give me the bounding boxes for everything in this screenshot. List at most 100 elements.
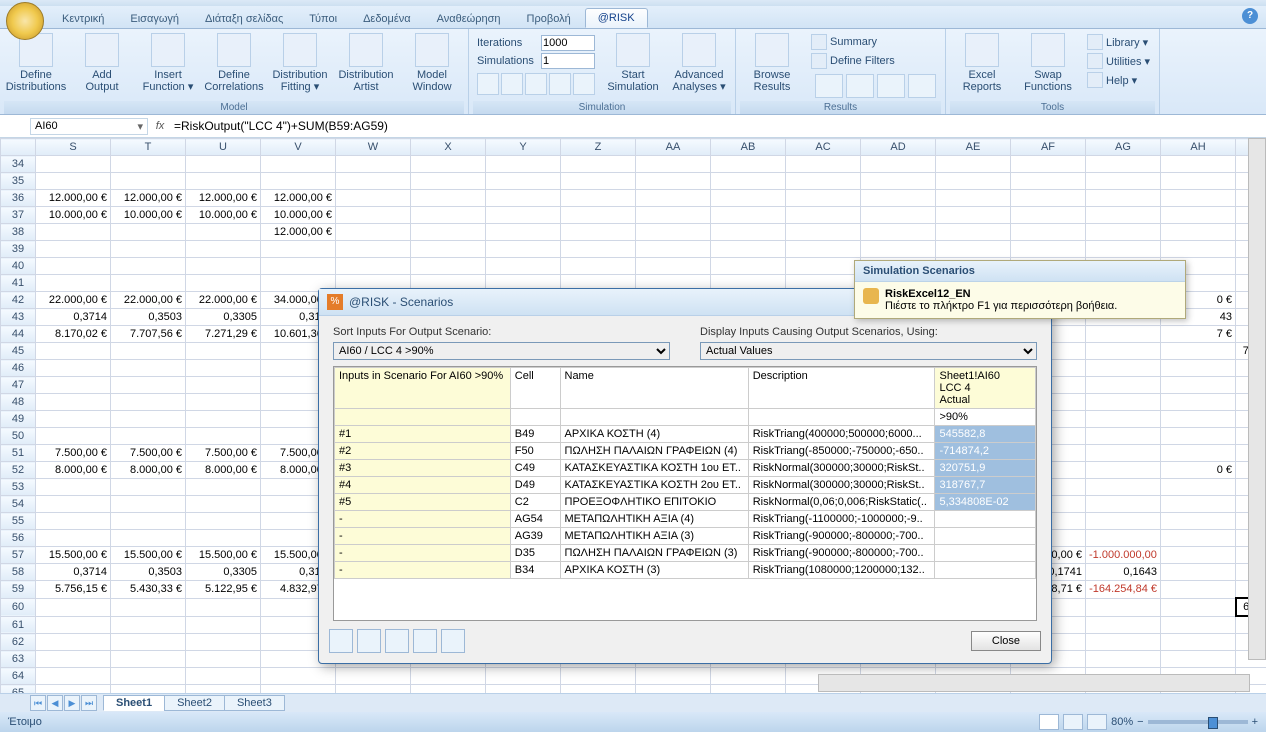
tool-button-2[interactable]: [385, 629, 409, 653]
row-48[interactable]: 48: [1, 394, 36, 411]
results-small-btn-0[interactable]: [815, 74, 843, 98]
cell[interactable]: [36, 634, 111, 651]
scenario-row[interactable]: #1B49ΑΡΧΙΚΑ ΚΟΣΤΗ (4)RiskTriang(400000;5…: [335, 426, 1036, 443]
cell[interactable]: 7.500,00 €: [186, 445, 261, 462]
cell[interactable]: [411, 668, 486, 685]
cell[interactable]: [336, 207, 411, 224]
chevron-down-icon[interactable]: ▾: [137, 120, 143, 133]
define-correlations[interactable]: DefineCorrelations: [202, 31, 266, 95]
ribbon-tab-risk[interactable]: @RISK: [585, 8, 648, 28]
cell[interactable]: [1161, 428, 1236, 445]
ribbon-tab-[interactable]: Διάταξη σελίδας: [193, 10, 295, 28]
library[interactable]: Library ▾: [1084, 33, 1153, 51]
col-X[interactable]: X: [411, 139, 486, 156]
cell[interactable]: [1086, 173, 1161, 190]
cell[interactable]: 22.000,00 €: [36, 292, 111, 309]
cell[interactable]: [186, 224, 261, 241]
cell[interactable]: [1086, 634, 1161, 651]
cell[interactable]: [261, 258, 336, 275]
cell[interactable]: [486, 241, 561, 258]
cell[interactable]: 12.000,00 €: [261, 190, 336, 207]
sheet-tab-sheet2[interactable]: Sheet2: [164, 695, 225, 711]
cell[interactable]: [111, 513, 186, 530]
row-61[interactable]: 61: [1, 616, 36, 634]
cell[interactable]: [36, 258, 111, 275]
cell[interactable]: [411, 241, 486, 258]
scenario-row[interactable]: -D35ΠΩΛΗΣΗ ΠΑΛΑΙΩΝ ΓΡΑΦΕΙΩΝ (3)RiskTrian…: [335, 545, 1036, 562]
cell[interactable]: 7.500,00 €: [36, 445, 111, 462]
cell[interactable]: [111, 479, 186, 496]
cell[interactable]: 5.756,15 €: [36, 581, 111, 599]
cell[interactable]: [636, 190, 711, 207]
scenario-row[interactable]: -AG54ΜΕΤΑΠΩΛΗΤΙΚΗ ΑΞΙΑ (4)RiskTriang(-11…: [335, 511, 1036, 528]
sim-small-btn-3[interactable]: [549, 73, 571, 95]
cell[interactable]: [936, 241, 1011, 258]
cell[interactable]: 8.000,00 €: [111, 462, 186, 479]
ribbon-tab-[interactable]: Δεδομένα: [351, 10, 423, 28]
cell[interactable]: [1161, 173, 1236, 190]
browse-results[interactable]: BrowseResults: [740, 31, 804, 95]
cell[interactable]: [1011, 207, 1086, 224]
tool-button-1[interactable]: [357, 629, 381, 653]
row-45[interactable]: 45: [1, 343, 36, 360]
col-AC[interactable]: AC: [786, 139, 861, 156]
cell[interactable]: [411, 156, 486, 173]
cell[interactable]: [1086, 394, 1161, 411]
cell[interactable]: [786, 241, 861, 258]
col-Y[interactable]: Y: [486, 139, 561, 156]
cell[interactable]: [1161, 377, 1236, 394]
cell[interactable]: [1086, 360, 1161, 377]
scenario-row[interactable]: #2F50ΠΩΛΗΣΗ ΠΑΛΑΙΩΝ ΓΡΑΦΕΙΩΝ (4)RiskTria…: [335, 443, 1036, 460]
view-normal-icon[interactable]: [1039, 714, 1059, 730]
cell[interactable]: 22.000,00 €: [186, 292, 261, 309]
cell[interactable]: [1161, 479, 1236, 496]
cell[interactable]: 12.000,00 €: [261, 224, 336, 241]
cell[interactable]: [936, 224, 1011, 241]
define-filters[interactable]: Define Filters: [808, 52, 939, 70]
cell[interactable]: [111, 173, 186, 190]
cell[interactable]: [936, 156, 1011, 173]
cell[interactable]: [111, 634, 186, 651]
row-63[interactable]: 63: [1, 651, 36, 668]
row-39[interactable]: 39: [1, 241, 36, 258]
cell[interactable]: 0,3305: [186, 309, 261, 326]
cell[interactable]: [486, 207, 561, 224]
cell[interactable]: [1161, 343, 1236, 360]
cell[interactable]: 0,3714: [36, 309, 111, 326]
cell[interactable]: [186, 479, 261, 496]
cell[interactable]: [186, 275, 261, 292]
cell[interactable]: [1086, 207, 1161, 224]
cell[interactable]: [1161, 224, 1236, 241]
cell[interactable]: [186, 343, 261, 360]
cell[interactable]: [411, 207, 486, 224]
cell[interactable]: [1086, 651, 1161, 668]
office-orb-button[interactable]: [6, 2, 44, 40]
col-T[interactable]: T: [111, 139, 186, 156]
scenario-row[interactable]: #5C2ΠΡΟΕΞΟΦΛΗΤΙΚΟ ΕΠΙΤΟΚΙΟRiskNormal(0,0…: [335, 494, 1036, 511]
cell[interactable]: [936, 173, 1011, 190]
cell[interactable]: [1086, 377, 1161, 394]
row-54[interactable]: 54: [1, 496, 36, 513]
cell[interactable]: [1161, 634, 1236, 651]
cell[interactable]: [1161, 564, 1236, 581]
cell[interactable]: 10.000,00 €: [261, 207, 336, 224]
cell[interactable]: [1161, 360, 1236, 377]
cell[interactable]: [1086, 616, 1161, 634]
cell[interactable]: [36, 241, 111, 258]
cell[interactable]: [1086, 513, 1161, 530]
cell[interactable]: [186, 156, 261, 173]
ribbon-tab-[interactable]: Κεντρική: [50, 10, 116, 28]
cell[interactable]: [111, 360, 186, 377]
distribution-fitting[interactable]: DistributionFitting ▾: [268, 31, 332, 95]
row-57[interactable]: 57: [1, 547, 36, 564]
cell[interactable]: [336, 224, 411, 241]
cell[interactable]: [786, 207, 861, 224]
cell[interactable]: [111, 156, 186, 173]
cell[interactable]: [36, 513, 111, 530]
add-output[interactable]: AddOutput: [70, 31, 134, 95]
cell[interactable]: [36, 343, 111, 360]
simulations-input[interactable]: [541, 53, 595, 69]
cell[interactable]: [561, 241, 636, 258]
cell[interactable]: [561, 190, 636, 207]
cell[interactable]: [1161, 445, 1236, 462]
